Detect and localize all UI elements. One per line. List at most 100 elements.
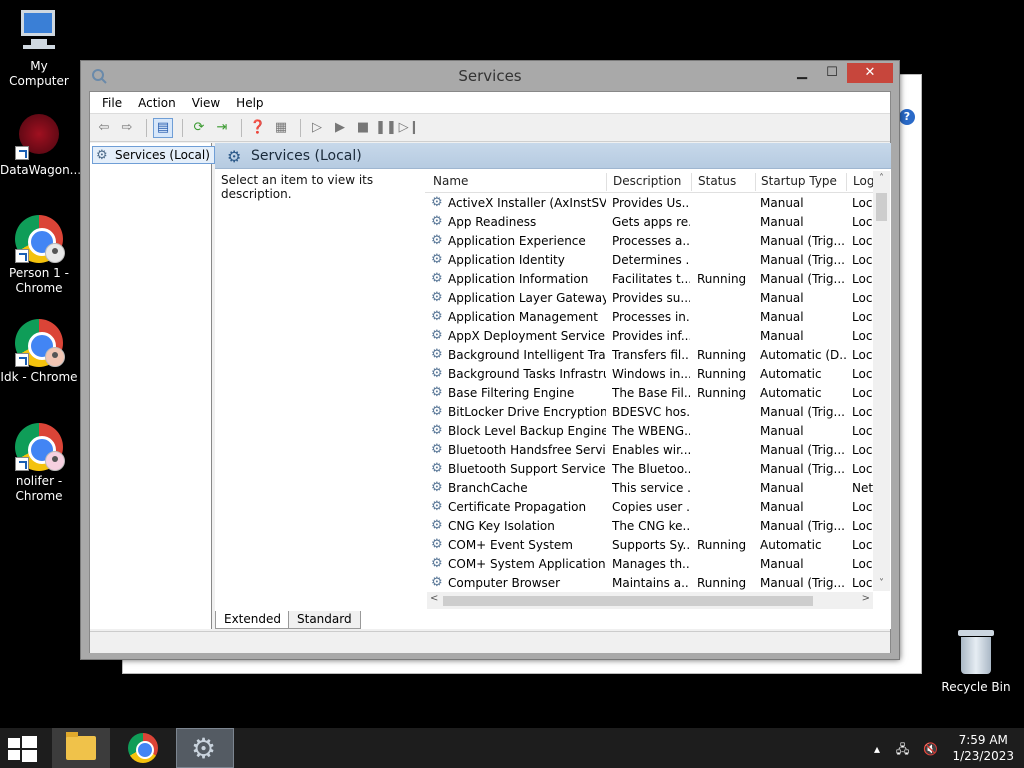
start-service-icon[interactable]: ▷ [307,118,327,138]
table-row[interactable]: ⚙ ActiveX Installer (AxInstSV) Provides Us… [425,194,875,213]
table-row[interactable]: ⚙ Bluetooth Support Service The Bluetoo...… [425,460,875,479]
service-startup-type: Manual [760,424,804,438]
minimize-button[interactable]: ▁ [789,63,815,83]
start-icon[interactable]: ▶ [330,118,350,138]
service-name: BitLocker Drive Encryption ... [448,405,606,419]
scroll-down-icon[interactable]: ˅ [873,578,890,589]
table-row[interactable]: ⚙ Certificate Propagation Copies user ... M… [425,498,875,517]
desktop-icon-nolifer-chrome[interactable]: nolifer - Chrome [0,423,78,504]
clock[interactable]: 7:59 AM 1/23/2023 [952,732,1014,764]
scroll-left-icon[interactable]: < [430,593,438,604]
taskbar-chrome-button[interactable] [114,728,172,768]
maximize-button[interactable]: ☐ [819,63,845,83]
content-header: ⚙ Services (Local) [215,143,891,169]
stop-service-icon[interactable]: ■ [353,118,373,138]
help-icon[interactable]: ❓ [248,118,268,138]
table-row[interactable]: ⚙ Computer Browser Maintains a... Running Ma… [425,574,875,593]
tree-item-services-local[interactable]: ⚙ Services (Local) [92,146,215,164]
table-row[interactable]: ⚙ Background Tasks Infrastru... Windows in… [425,365,875,384]
service-log-on-as: Loc [852,500,873,514]
table-row[interactable]: ⚙ Application Experience Processes a... Man… [425,232,875,251]
taskbar-services-button[interactable]: ⚙ [176,728,234,768]
column-divider[interactable] [846,173,847,191]
column-header-description[interactable]: Description [613,174,681,188]
list-header: Name ˄ Description Status Startup Type L… [425,171,875,193]
column-header-startup-type[interactable]: Startup Type [761,174,837,188]
desktop-icon-datawagon[interactable]: DataWagon... [0,112,81,178]
services-pane: ⚙ Services (Local) Select an item to vie… [215,143,891,629]
table-row[interactable]: ⚙ COM+ System Application Manages th... Man… [425,555,875,574]
desktop-icon-recycle-bin[interactable]: Recycle Bin [938,630,1014,694]
service-gear-icon: ⚙ [431,423,443,438]
export-list-icon[interactable]: ⇥ [212,118,232,138]
table-row[interactable]: ⚙ Bluetooth Handsfree Service Enables wir.… [425,441,875,460]
scroll-right-icon[interactable]: > [862,593,870,604]
table-row[interactable]: ⚙ App Readiness Gets apps re... Manual Loc [425,213,875,232]
help-icon[interactable]: ? [899,109,915,125]
scrollbar-thumb[interactable] [443,596,813,606]
column-divider[interactable] [606,173,607,191]
service-log-on-as: Loc [852,348,873,362]
start-button[interactable] [8,736,38,762]
network-icon[interactable]: 🖧 [896,742,909,756]
column-header-status[interactable]: Status [698,174,736,188]
table-row[interactable]: ⚙ Application Management Processes in... Ma… [425,308,875,327]
pause-service-icon[interactable]: ❚❚ [375,118,397,138]
horizontal-scrollbar[interactable]: < > [427,592,873,609]
resume-service-icon[interactable]: ▷❙ [399,118,420,138]
table-row[interactable]: ⚙ AppX Deployment Service (... Provides in… [425,327,875,346]
table-row[interactable]: ⚙ Background Intelligent Tran... Transfers… [425,346,875,365]
table-row[interactable]: ⚙ Block Level Backup Engine ... The WBENG.… [425,422,875,441]
service-name: Base Filtering Engine [448,386,575,400]
menu-action[interactable]: Action [130,96,184,110]
forward-arrow-icon[interactable]: ⇨ [117,118,137,138]
back-arrow-icon[interactable]: ⇦ [94,118,114,138]
menu-help[interactable]: Help [228,96,271,110]
gear-icon: ⚙ [191,732,217,765]
chevron-up-icon[interactable]: ▴ [874,742,880,756]
vertical-scrollbar[interactable]: ˄ ˅ [873,171,890,591]
menu-view[interactable]: View [184,96,228,110]
services-window[interactable]: Services ▁ ☐ ✕ File Action View Help ⇦ ⇨… [80,60,900,660]
column-divider[interactable] [691,173,692,191]
volume-muted-icon[interactable]: 🔇 [923,742,938,756]
service-description: BDESVC hos... [612,405,690,419]
service-gear-icon: ⚙ [431,214,443,229]
desktop-icon-idk-chrome[interactable]: Idk - Chrome [0,319,78,385]
service-name: COM+ Event System [448,538,573,552]
service-name: Application Experience [448,234,586,248]
service-log-on-as: Loc [852,367,873,381]
tab-extended[interactable]: Extended [215,611,290,629]
service-gear-icon: ⚙ [431,347,443,362]
clock-time: 7:59 AM [958,733,1008,747]
desktop-icon-label: My Computer [9,59,69,88]
desktop-icon-person1-chrome[interactable]: Person 1 - Chrome [0,215,78,296]
tab-standard[interactable]: Standard [288,611,361,629]
chrome-icon [15,423,65,471]
table-row[interactable]: ⚙ BranchCache This service ... Manual Net [425,479,875,498]
taskbar-file-explorer-button[interactable] [52,728,110,768]
chrome-icon [128,733,158,763]
scroll-up-icon[interactable]: ˄ [873,173,890,184]
desktop-icon-my-computer[interactable]: My Computer [0,8,78,89]
table-row[interactable]: ⚙ Application Information Facilitates t...… [425,270,875,289]
properties-icon[interactable]: ▦ [271,118,291,138]
close-button[interactable]: ✕ [847,63,893,83]
service-description: Determines ... [612,253,690,267]
window-title: Services [458,67,522,85]
column-header-log-on-as[interactable]: Log [853,174,874,188]
table-row[interactable]: ⚙ CNG Key Isolation The CNG ke... Manual (T… [425,517,875,536]
show-hide-console-tree-icon[interactable]: ▤ [153,117,173,138]
scrollbar-thumb[interactable] [876,193,887,221]
profile-icon [45,451,65,471]
column-divider[interactable] [755,173,756,191]
table-row[interactable]: ⚙ Application Layer Gateway ... Provides s… [425,289,875,308]
table-row[interactable]: ⚙ BitLocker Drive Encryption ... BDESVC ho… [425,403,875,422]
table-row[interactable]: ⚙ COM+ Event System Supports Sy... Running A… [425,536,875,555]
menu-file[interactable]: File [94,96,130,110]
title-bar[interactable]: Services ▁ ☐ ✕ [81,61,899,91]
refresh-icon[interactable]: ⟳ [189,118,209,138]
column-header-name[interactable]: Name [433,174,468,188]
table-row[interactable]: ⚙ Application Identity Determines ... Manua… [425,251,875,270]
table-row[interactable]: ⚙ Base Filtering Engine The Base Fil... Run… [425,384,875,403]
